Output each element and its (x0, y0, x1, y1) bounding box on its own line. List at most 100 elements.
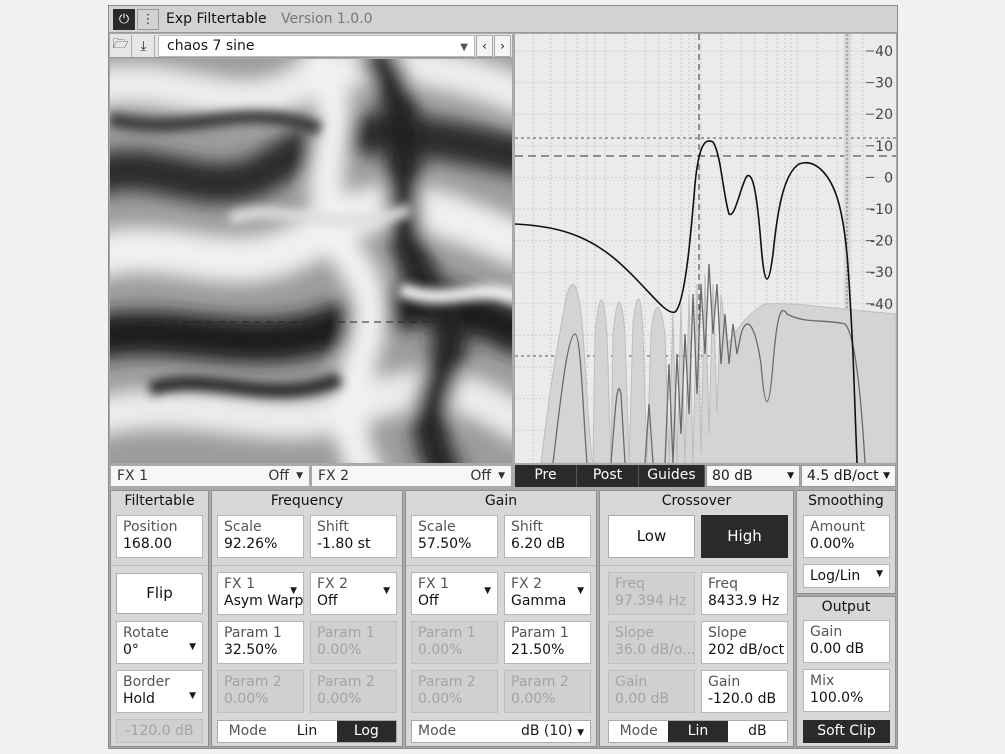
chevron-down-icon: ▼ (296, 471, 303, 481)
freq-fx1-param1-label: Param 1 (224, 625, 282, 641)
db-tick-label: 10 (875, 139, 893, 155)
chevron-down-icon: ▼ (460, 42, 468, 53)
freq-fx1-param2: Param 2 0.00% (217, 670, 304, 713)
gain-shift-value: 6.20 dB (511, 536, 566, 552)
position-label: Position (123, 519, 178, 535)
border-label: Border (123, 674, 170, 690)
gain-scale-param[interactable]: Scale 57.50% (411, 515, 498, 558)
crossover-mode-lin[interactable]: Lin (668, 721, 728, 742)
prev-preset-button[interactable]: ‹ (476, 35, 493, 57)
db-tick-label: -30 (870, 265, 893, 281)
high-freq-label: Freq (708, 576, 738, 592)
low-gain-label: Gain (615, 674, 648, 690)
freq-shift-param[interactable]: Shift -1.80 st (310, 515, 397, 558)
download-icon[interactable]: ⤓ (133, 35, 155, 57)
divider (600, 565, 793, 566)
freq-mode-log[interactable]: Log (336, 721, 396, 742)
high-freq-value: 8433.9 Hz (708, 593, 780, 609)
output-section: Output Gain 0.00 dB Mix 100.0% Soft Clip (796, 596, 896, 747)
crossover-high-gain[interactable]: Gain -120.0 dB (701, 670, 788, 713)
freq-scale-param[interactable]: Scale 92.26% (217, 515, 304, 558)
pre-button[interactable]: Pre (515, 465, 577, 487)
gain-shift-param[interactable]: Shift 6.20 dB (504, 515, 591, 558)
preset-selector[interactable]: chaos 7 sine ▼ (158, 35, 475, 57)
flip-button[interactable]: Flip (116, 573, 203, 614)
freq-shift-label: Shift (317, 519, 349, 535)
crossover-low-button[interactable]: Low (608, 515, 695, 558)
freq-fx1-param1[interactable]: Param 1 32.50% (217, 621, 304, 664)
freq-fx2-selector[interactable]: FX 2 Off ▼ (310, 572, 397, 615)
divider (212, 565, 402, 566)
power-icon[interactable]: ⏻ (113, 9, 135, 30)
chevron-down-icon: ▼ (883, 471, 890, 481)
menu-dots-icon[interactable]: ⋮ (137, 9, 159, 30)
freq-shift-value: -1.80 st (317, 536, 371, 552)
fx2-selector[interactable]: FX 2 Off ▼ (311, 465, 512, 487)
title-bar: ⏻ ⋮ Exp Filtertable Version 1.0.0 (109, 6, 897, 33)
freq-fx1-param2-label: Param 2 (224, 674, 282, 690)
crossover-high-slope[interactable]: Slope 202 dB/oct (701, 621, 788, 664)
smoothing-amount-param[interactable]: Amount 0.00% (803, 515, 890, 558)
folder-icon[interactable]: 🗁 (110, 35, 132, 57)
chevron-down-icon: ▼ (876, 569, 883, 579)
fx1-value: Off (268, 468, 289, 484)
range-selector[interactable]: 80 dB ▼ (706, 465, 800, 487)
crossover-mode-db[interactable]: dB (728, 721, 787, 742)
db-tick-label: -10 (870, 202, 893, 218)
slope-selector[interactable]: 4.5 dB/oct ▼ (801, 465, 896, 487)
divider (406, 565, 596, 566)
smoothing-mode-selector[interactable]: Log/Lin ▼ (803, 564, 890, 588)
chevron-down-icon: ▼ (577, 586, 584, 596)
gain-shift-label: Shift (511, 519, 543, 535)
chevron-down-icon: ▼ (290, 586, 297, 596)
output-mix-param[interactable]: Mix 100.0% (803, 669, 890, 712)
freq-fx1-param1-value: 32.50% (224, 642, 278, 658)
freq-mode-label: Mode (228, 723, 267, 739)
position-param[interactable]: Position 168.00 (116, 515, 203, 558)
gain-scale-value: 57.50% (418, 536, 472, 552)
output-title: Output (821, 599, 871, 615)
chevron-down-icon: ▼ (383, 586, 390, 596)
gain-fx1-selector[interactable]: FX 1 Off ▼ (411, 572, 498, 615)
guides-button[interactable]: Guides (639, 465, 705, 487)
plugin-version: Version 1.0.0 (281, 11, 373, 27)
high-gain-value: -120.0 dB (708, 691, 777, 707)
crossover-low-gain: Gain 0.00 dB (608, 670, 695, 713)
freq-scale-value: 92.26% (224, 536, 278, 552)
freq-mode-lin[interactable]: Lin (277, 721, 336, 742)
db-tick-label: 0 (884, 170, 893, 186)
filter-graph[interactable]: 403020100-10-20-30-40-50-60-70-801001k10… (515, 34, 896, 463)
output-gain-param[interactable]: Gain 0.00 dB (803, 620, 890, 663)
db-tick-label: 40 (875, 44, 893, 60)
crossover-title: Crossover (661, 493, 732, 509)
chevron-down-icon: ▼ (189, 691, 196, 701)
gain-mode-selector[interactable]: Mode dB (10) ▼ (411, 720, 591, 743)
position-value: 168.00 (123, 536, 172, 552)
fx1-selector[interactable]: FX 1 Off ▼ (110, 465, 310, 487)
smoothing-amount-value: 0.00% (810, 536, 855, 552)
low-gain-value: 0.00 dB (615, 691, 670, 707)
post-button[interactable]: Post (577, 465, 639, 487)
db-tick-label: -40 (870, 297, 893, 313)
gain-fx1-param1-label: Param 1 (418, 625, 476, 641)
rotate-selector[interactable]: Rotate 0° ▼ (116, 621, 203, 664)
crossover-high-freq[interactable]: Freq 8433.9 Hz (701, 572, 788, 615)
wavetable-display[interactable] (110, 59, 512, 463)
divider (111, 565, 208, 566)
gain-fx2-param2-value: 0.00% (511, 691, 556, 707)
freq-fx1-selector[interactable]: FX 1 Asym Warp ▼ (217, 572, 304, 615)
db-tick-label: 20 (875, 107, 893, 123)
gain-section: Gain Scale 57.50% Shift 6.20 dB FX 1 Off… (405, 490, 597, 747)
gain-fx2-param1[interactable]: Param 1 21.50% (504, 621, 591, 664)
soft-clip-button[interactable]: Soft Clip (803, 720, 890, 743)
freq-fx2-param1-value: 0.00% (317, 642, 362, 658)
border-selector[interactable]: Border Hold ▼ (116, 670, 203, 713)
crossover-mode-label: Mode (619, 723, 658, 739)
smoothing-section: Smoothing Amount 0.00% Log/Lin ▼ (796, 490, 896, 594)
slope-value: 4.5 dB/oct (807, 468, 879, 484)
crossover-low-slope: Slope 36.0 dB/o... (608, 621, 695, 664)
gain-fx2-selector[interactable]: FX 2 Gamma ▼ (504, 572, 591, 615)
fx2-value: Off (470, 468, 491, 484)
crossover-high-button[interactable]: High (701, 515, 788, 558)
next-preset-button[interactable]: › (494, 35, 511, 57)
